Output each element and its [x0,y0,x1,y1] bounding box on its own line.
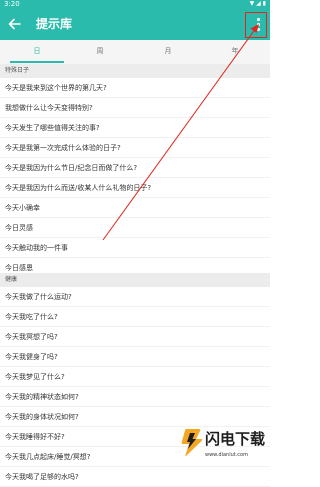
prompt-item[interactable]: 今天触动我的一件事 [0,238,270,258]
prompt-item[interactable]: 我想做什么让今天变得特别? [0,98,270,118]
prompt-item[interactable]: 今天我的精神状态如何? [0,387,270,407]
prompt-item[interactable]: 今天我吃了什么? [0,307,270,327]
annotation-highlight-box [245,12,267,38]
prompt-item[interactable]: 今天是我因为什么而送/收某人什么礼物的日子? [0,178,270,198]
tab-week[interactable]: 周 [73,40,127,64]
lightning-logo-icon [181,429,203,457]
prompt-item[interactable]: 今天是我第一次完成什么体验的日子? [0,138,270,158]
status-icons: ▼ ◢ ▮ [249,0,266,7]
section-header-health: 健康 [0,273,270,287]
prompt-item[interactable]: 今天小确幸 [0,198,270,218]
tab-year[interactable]: 年 [208,40,262,64]
app-bar: 提示库 [0,8,270,40]
back-arrow-icon[interactable] [6,15,24,33]
watermark: 闪电下载 www.dianlut.com [177,423,267,473]
prompt-item[interactable]: 今天是我来到这个世界的第几天? [0,78,270,98]
prompt-item[interactable]: 今天是我因为什么节日/纪念日而做了什么? [0,158,270,178]
status-bar: 3:20 ▼ ◢ ▮ [0,0,270,8]
page-title: 提示库 [36,17,73,31]
tab-month[interactable]: 月 [141,40,195,64]
prompt-item[interactable]: 今天我做了什么运动? [0,287,270,307]
prompt-item[interactable]: 今天发生了哪些值得关注的事? [0,118,270,138]
back-arrow-glyph [8,18,21,30]
prompt-item[interactable]: 今天我梦见了什么? [0,367,270,387]
status-time: 3:20 [4,0,20,8]
prompt-item[interactable]: 今日灵感 [0,218,270,238]
prompt-item[interactable]: 今天我健身了吗? [0,347,270,367]
watermark-url: www.dianlut.com [205,452,248,458]
prompt-item[interactable]: 今天我冥想了吗? [0,327,270,347]
watermark-name: 闪电下载 [205,430,266,448]
tab-indicator [10,61,64,63]
section-header-special-days: 特殊日子 [0,64,270,78]
